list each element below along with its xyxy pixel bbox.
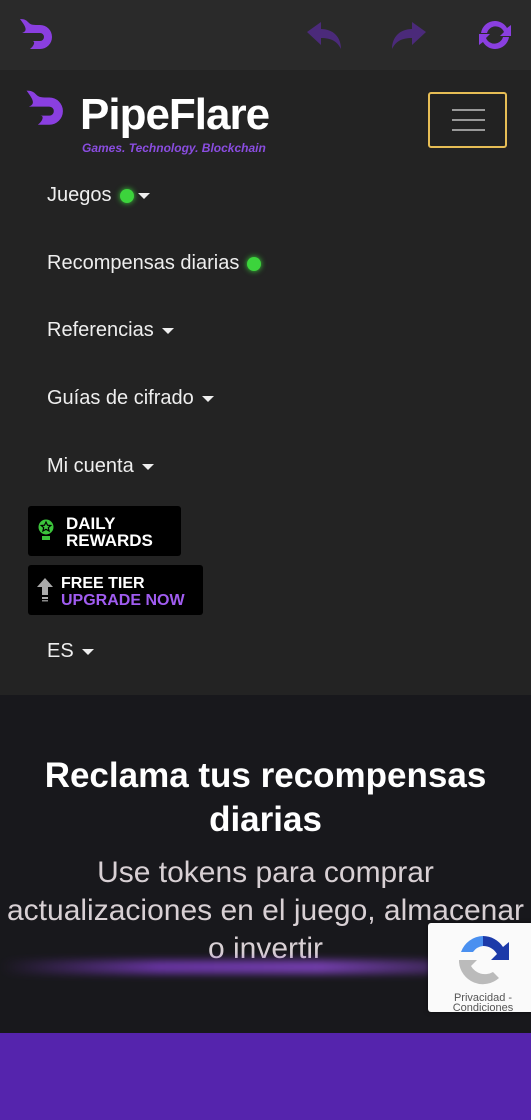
caret-down-icon [201, 395, 214, 402]
status-dot [119, 188, 134, 203]
language-label: ES [47, 640, 74, 662]
browser-toolbar [0, 0, 531, 70]
daily-rewards-line1: DAILY [66, 514, 116, 533]
caret-down-icon [141, 463, 154, 470]
upgrade-now-label: UPGRADE NOW [61, 592, 185, 609]
back-icon[interactable] [305, 20, 343, 50]
purple-section [0, 1033, 531, 1120]
refresh-icon[interactable] [476, 16, 514, 54]
brand-name[interactable]: PipeFlare [80, 90, 270, 140]
menu-item-guias[interactable]: Guías de cifrado [47, 387, 214, 410]
menu-label: Mi cuenta [47, 455, 134, 477]
daily-rewards-line2: REWARDS [66, 531, 153, 550]
free-tier-upgrade-button[interactable]: FREE TIER UPGRADE NOW [28, 565, 203, 615]
pipeflare-logo-icon[interactable] [16, 15, 60, 57]
upgrade-arrow-icon [37, 578, 53, 602]
recaptcha-terms-link[interactable]: Condiciones [428, 1003, 531, 1014]
recaptcha-icon [459, 936, 509, 985]
menu-item-recompensas[interactable]: Recompensas diarias [47, 252, 262, 275]
status-dot [247, 256, 262, 271]
menu-label: Recompensas diarias [47, 252, 240, 274]
recaptcha-badge[interactable]: Privacidad - Condiciones [428, 923, 531, 1014]
daily-rewards-button[interactable]: DAILY REWARDS [28, 506, 181, 556]
menu-label: Referencias [47, 319, 154, 341]
menu-item-juegos[interactable]: Juegos [47, 184, 150, 207]
forward-icon[interactable] [390, 20, 428, 50]
award-icon [38, 519, 54, 540]
caret-down-icon [81, 648, 94, 655]
free-tier-label: FREE TIER [61, 575, 145, 592]
caret-down-icon [161, 327, 174, 334]
pipeflare-brand-logo[interactable] [22, 85, 72, 135]
language-selector[interactable]: ES [47, 640, 94, 663]
menu-item-referencias[interactable]: Referencias [47, 319, 174, 342]
hamburger-menu-button[interactable] [428, 92, 507, 148]
menu-item-mi-cuenta[interactable]: Mi cuenta [47, 455, 154, 478]
brand-tagline: Games. Technology. Blockchain [82, 141, 266, 155]
menu-label: Juegos [47, 184, 112, 206]
menu-label: Guías de cifrado [47, 387, 194, 409]
hero-title: Reclama tus recompensas diarias [44, 756, 487, 839]
caret-down-icon [137, 192, 150, 199]
